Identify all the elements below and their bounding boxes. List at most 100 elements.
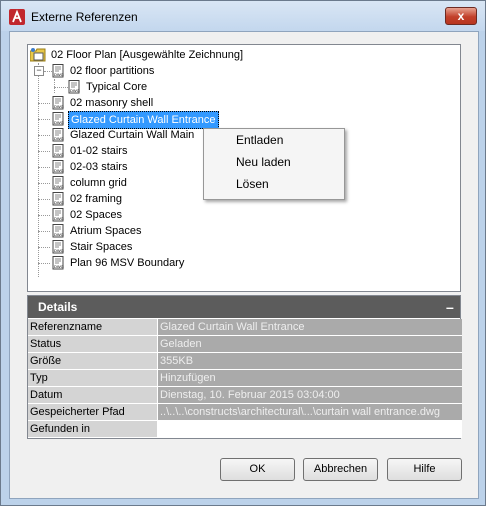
collapse-details-button[interactable]: –: [446, 296, 454, 318]
detail-row: Typ Hinzufügen: [28, 370, 462, 387]
details-title: Details: [38, 300, 78, 314]
collapse-toggle[interactable]: −: [34, 66, 44, 76]
tree-connector: [54, 87, 68, 88]
svg-text:DWG: DWG: [54, 232, 64, 237]
menu-item-unload[interactable]: Entladen: [236, 133, 283, 147]
tree-item[interactable]: DWG 02 masonry shell: [38, 95, 238, 111]
tree-root-label: 02 Floor Plan [Ausgewählte Zeichnung]: [51, 49, 244, 61]
tree-item-selected[interactable]: DWG Glazed Curtain Wall Entrance: [38, 111, 238, 129]
svg-text:DWG: DWG: [54, 216, 64, 221]
tree-item-label: 02 Spaces: [70, 209, 122, 221]
tree-item-label: 01-02 stairs: [70, 145, 128, 157]
detail-row: Referenzname Glazed Curtain Wall Entranc…: [28, 319, 462, 336]
dialog-body: 02 Floor Plan [Ausgewählte Zeichnung] − …: [9, 31, 479, 499]
dwg-file-icon: DWG: [68, 80, 80, 94]
tree-connector: [38, 167, 50, 168]
detail-row: Datum Dienstag, 10. Februar 2015 03:04:0…: [28, 387, 462, 404]
dwg-file-icon: DWG: [52, 64, 64, 78]
context-menu: Entladen Neu laden Lösen: [203, 128, 345, 200]
detail-key: Datum: [28, 387, 157, 404]
ok-button[interactable]: OK: [220, 458, 295, 481]
tree-connector: [38, 119, 50, 120]
detail-key: Gespeicherter Pfad: [28, 404, 157, 421]
detail-value: [158, 421, 462, 438]
autocad-logo-icon: [9, 9, 25, 25]
dwg-file-icon: DWG: [52, 224, 64, 238]
svg-text:DWG: DWG: [54, 152, 64, 157]
detail-key: Typ: [28, 370, 157, 387]
detail-row: Status Geladen: [28, 336, 462, 353]
tree-item[interactable]: DWG Atrium Spaces: [38, 223, 238, 239]
tree-connector: [38, 199, 50, 200]
xref-dialog: Externe Referenzen x 02 Floor Plan [Ausg…: [0, 0, 486, 506]
detail-value: ..\..\..\constructs\architectural\...\cu…: [158, 404, 462, 421]
tree-item[interactable]: DWG Stair Spaces: [38, 239, 238, 255]
tree-item-label: Typical Core: [86, 81, 148, 93]
tree-connector: [38, 103, 50, 104]
tree-connector: [38, 183, 50, 184]
folder-drawing-icon: [30, 48, 46, 62]
tree-connector: [38, 247, 50, 248]
detail-value: Glazed Curtain Wall Entrance: [158, 319, 462, 336]
tree-item-label: Stair Spaces: [70, 241, 133, 253]
detail-value: Dienstag, 10. Februar 2015 03:04:00: [158, 387, 462, 404]
tree-item-label: Plan 96 MSV Boundary: [70, 257, 185, 269]
close-button[interactable]: x: [445, 7, 477, 25]
tree-connector: [38, 151, 50, 152]
svg-text:DWG: DWG: [54, 168, 64, 173]
dwg-file-icon: DWG: [52, 240, 64, 254]
menu-item-reload[interactable]: Neu laden: [236, 155, 291, 169]
tree-item-label: 02 framing: [70, 193, 122, 205]
detail-key: Gefunden in: [28, 421, 157, 438]
tree-connector: [38, 215, 50, 216]
dwg-file-icon: DWG: [52, 192, 64, 206]
svg-text:DWG: DWG: [54, 184, 64, 189]
dwg-file-icon: DWG: [52, 160, 64, 174]
detail-key: Größe: [28, 353, 157, 370]
help-button[interactable]: Hilfe: [387, 458, 462, 481]
cancel-button[interactable]: Abbrechen: [303, 458, 378, 481]
detail-value: Geladen: [158, 336, 462, 353]
dwg-file-icon: DWG: [52, 96, 64, 110]
detail-row: Größe 355KB: [28, 353, 462, 370]
svg-text:DWG: DWG: [54, 72, 64, 77]
tree-item[interactable]: − DWG 02 floor partitions: [34, 63, 234, 79]
detail-row: Gespeicherter Pfad ..\..\..\constructs\a…: [28, 404, 462, 421]
detail-value: 355KB: [158, 353, 462, 370]
menu-item-detach[interactable]: Lösen: [236, 177, 269, 191]
svg-text:DWG: DWG: [70, 88, 80, 93]
svg-text:DWG: DWG: [54, 264, 64, 269]
tree-item-label: Glazed Curtain Wall Main: [70, 129, 195, 141]
svg-text:DWG: DWG: [54, 104, 64, 109]
dwg-file-icon: DWG: [52, 128, 64, 142]
detail-value: Hinzufügen: [158, 370, 462, 387]
svg-text:DWG: DWG: [54, 120, 64, 125]
details-header: Details –: [28, 296, 460, 318]
svg-text:DWG: DWG: [54, 136, 64, 141]
title-bar[interactable]: Externe Referenzen x: [1, 1, 485, 31]
tree-item-label: Atrium Spaces: [70, 225, 142, 237]
tree-item[interactable]: DWG Plan 96 MSV Boundary: [38, 255, 238, 271]
details-panel: Details – Referenzname Glazed Curtain Wa…: [27, 295, 462, 439]
svg-text:DWG: DWG: [54, 248, 64, 253]
tree-item-label: 02 masonry shell: [70, 97, 154, 109]
dwg-file-icon: DWG: [52, 176, 64, 190]
tree-item[interactable]: DWG Typical Core: [54, 79, 254, 95]
svg-text:DWG: DWG: [54, 200, 64, 205]
dwg-file-icon: DWG: [52, 144, 64, 158]
tree-connector: [38, 135, 50, 136]
tree-item-label: column grid: [70, 177, 127, 189]
detail-key: Referenzname: [28, 319, 157, 336]
tree-item-label: 02 floor partitions: [70, 65, 155, 77]
tree-item-label: 02-03 stairs: [70, 161, 128, 173]
dwg-file-icon: DWG: [52, 112, 64, 126]
tree-connector: [38, 263, 50, 264]
tree-connector: [38, 231, 50, 232]
tree-connector: [44, 71, 52, 72]
detail-row: Gefunden in: [28, 421, 462, 438]
dwg-file-icon: DWG: [52, 256, 64, 270]
detail-key: Status: [28, 336, 157, 353]
window-title: Externe Referenzen: [31, 10, 138, 24]
dwg-file-icon: DWG: [52, 208, 64, 222]
tree-item[interactable]: DWG 02 Spaces: [38, 207, 238, 223]
